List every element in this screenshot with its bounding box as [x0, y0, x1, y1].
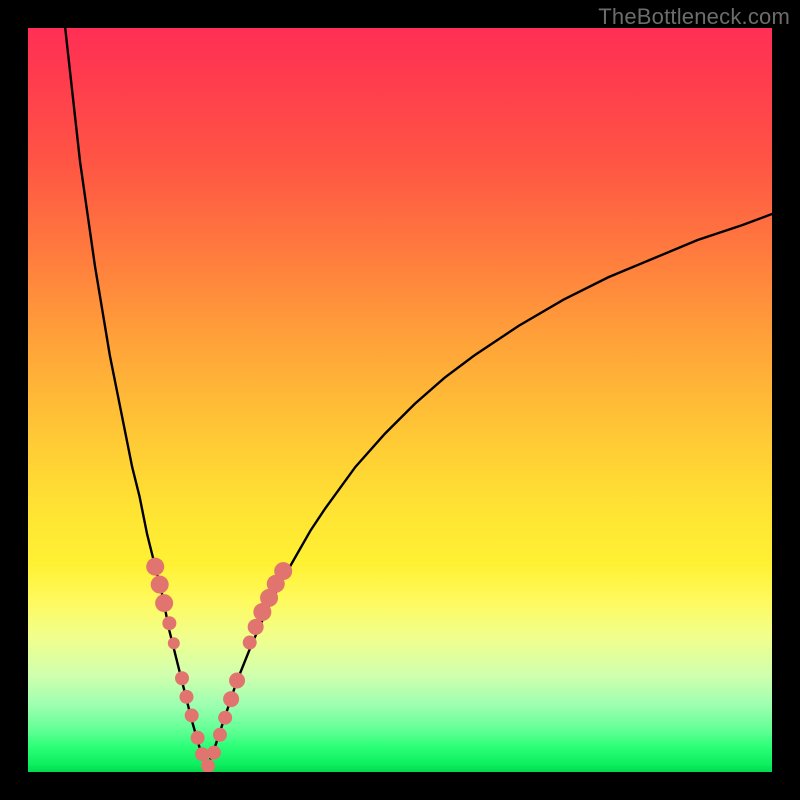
data-marker [146, 558, 164, 576]
data-marker [168, 637, 180, 649]
data-marker [207, 746, 221, 760]
data-marker [213, 728, 227, 742]
chart-frame: TheBottleneck.com [0, 0, 800, 800]
curve-layer [28, 28, 772, 772]
curve-right-branch [207, 214, 772, 768]
data-marker [155, 594, 173, 612]
data-marker [229, 672, 245, 688]
data-marker [195, 747, 209, 761]
data-marker [218, 711, 232, 725]
data-marker [191, 731, 205, 745]
data-marker [274, 562, 292, 580]
data-marker [151, 576, 169, 594]
plot-area [28, 28, 772, 772]
data-marker [185, 708, 199, 722]
curve-left-branch [65, 28, 206, 768]
data-marker [179, 690, 193, 704]
data-marker [162, 616, 176, 630]
data-marker [248, 619, 264, 635]
data-marker [243, 636, 257, 650]
watermark-text: TheBottleneck.com [598, 4, 790, 30]
data-marker [223, 691, 239, 707]
data-marker [175, 671, 189, 685]
